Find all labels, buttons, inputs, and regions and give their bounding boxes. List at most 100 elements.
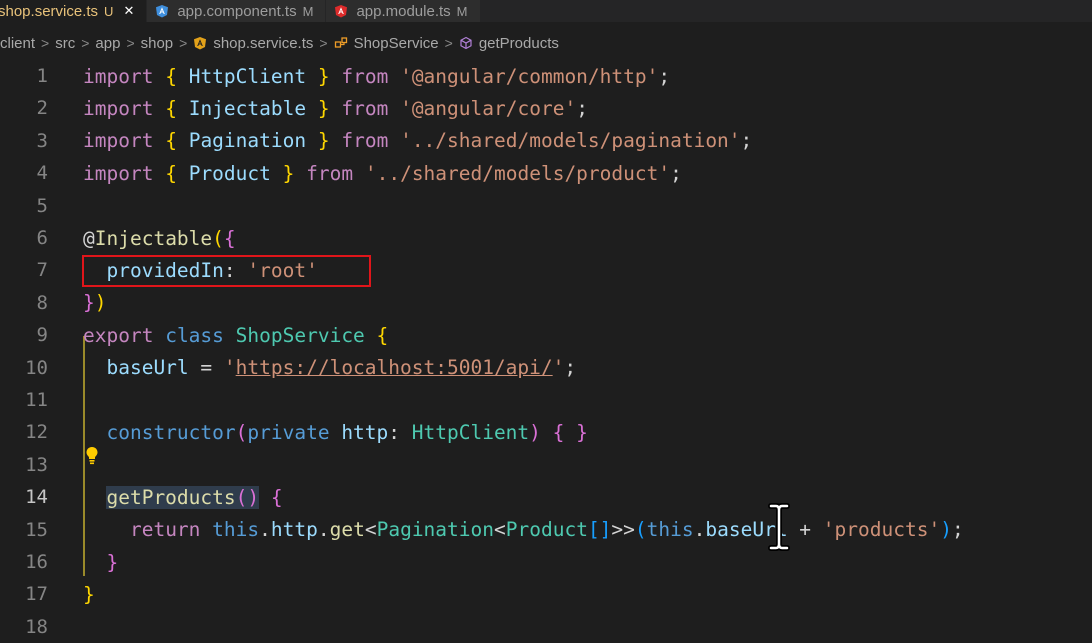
code-token: ( [235,420,248,444]
code-token: . [693,518,706,542]
code-token: https://localhost:5001/api/ [235,356,553,380]
code-token: { [223,226,236,250]
breadcrumb: client > src > app > shop > shop.service… [0,30,1092,56]
editor-tab-bar: shop.service.ts U ✕ app.component.ts M a… [0,0,1092,22]
code-token: Product [188,161,271,185]
code-line[interactable]: 8}) [0,287,1092,319]
code-token: } [576,420,588,444]
code-text[interactable]: } [83,583,95,606]
code-text[interactable]: export class ShopService { [83,324,388,347]
breadcrumb-item-class[interactable]: ShopService [334,35,439,52]
code-line[interactable]: 2 import { Injectable } from '@angular/co… [0,92,1092,124]
tab-app-module[interactable]: app.module.ts M [326,0,481,22]
line-number: 4 [36,162,48,185]
code-token: Injectable [188,96,307,120]
breadcrumb-label: shop.service.ts [213,34,314,52]
code-text[interactable]: getProducts() { [83,485,283,509]
tab-label: app.component.ts [177,2,297,20]
tab-status-badge: M [302,3,314,19]
code-line[interactable]: 6 @Injectable({ [0,222,1092,254]
class-symbol-icon [334,37,347,48]
code-token: from [341,96,389,120]
code-token: http [341,420,389,444]
code-line[interactable]: 15 return this.http.get<Pagination<Produ… [0,514,1092,546]
code-token: ) [529,420,541,444]
code-text[interactable]: import { Pagination } from '../shared/mo… [83,129,752,152]
code-token: { [165,64,177,88]
code-token: { [165,161,177,185]
code-line[interactable]: 14 getProducts() { [0,481,1092,513]
code-line[interactable]: 18 [0,611,1092,643]
code-token: import [83,129,154,153]
tab-label: app.module.ts [356,2,451,20]
angular-service-icon [194,37,207,50]
tab-app-component[interactable]: app.component.ts M [147,0,327,22]
code-token: ; [576,96,588,120]
code-token: ' [552,356,565,380]
code-line[interactable]: 5 [0,190,1092,222]
close-icon[interactable]: ✕ [123,3,134,19]
code-text[interactable]: constructor(private http: HttpClient) { … [83,420,588,444]
line-number: 16 [25,551,48,573]
line-number: 7 [36,259,48,282]
line-number: 17 [25,583,48,606]
code-token: ) [940,518,952,542]
code-token: constructor [106,420,236,444]
code-token: } [317,129,330,153]
code-token: '../shared/models/product' [364,161,671,185]
code-text[interactable]: import { Injectable } from '@angular/cor… [83,97,588,120]
tab-label: shop.service.ts [0,2,99,20]
code-token: >> [611,518,635,542]
code-text[interactable]: baseUrl = 'https://localhost:5001/api/'; [83,356,576,379]
code-line[interactable]: 3 import { Pagination } from '../shared/m… [0,125,1092,157]
code-text[interactable]: }) [83,291,107,314]
code-line[interactable]: 13 [0,449,1092,481]
breadcrumb-item-app[interactable]: app [95,35,120,52]
code-token: ( [212,226,224,250]
code-token: return [129,518,201,542]
code-token: } [317,64,330,88]
code-token: http [270,518,318,542]
code-text[interactable]: import { Product } from '../shared/model… [83,162,682,185]
code-token: Pagination [188,129,307,153]
code-token: } [83,582,95,606]
code-line[interactable]: 11 [0,384,1092,416]
code-token: ; [740,129,753,153]
breadcrumb-item-file[interactable]: shop.service.ts [193,35,313,52]
breadcrumb-item-method[interactable]: getProducts [459,35,559,52]
code-text[interactable]: } [83,551,118,574]
code-token: ) [94,291,107,315]
code-line[interactable]: 9 export class ShopService { [0,319,1092,351]
code-text[interactable]: @Injectable({ [83,227,236,250]
code-token: from [341,129,389,153]
code-line[interactable]: 1 import { HttpClient } from '@angular/co… [0,60,1092,92]
code-token: ; [564,356,577,380]
line-number: 14 [25,486,48,509]
code-line[interactable]: 17} [0,578,1092,610]
breadcrumb-item-src[interactable]: src [55,35,75,52]
code-text[interactable]: import { HttpClient } from '@angular/com… [83,65,670,88]
lightbulb-icon[interactable] [84,445,100,467]
code-token: ShopService [235,323,365,347]
code-token: private [247,420,330,444]
code-editor[interactable]: 1 import { HttpClient } from '@angular/co… [0,58,1092,638]
code-line[interactable]: 16 } [0,546,1092,578]
code-line[interactable]: 10 baseUrl = 'https://localhost:5001/api… [0,352,1092,384]
breadcrumb-item-shop[interactable]: shop [141,35,174,52]
code-line[interactable]: 4 import { Product } from '../shared/mode… [0,157,1092,189]
line-number: 3 [36,129,48,152]
breadcrumb-item-client[interactable]: client [0,35,35,52]
tab-shop-service[interactable]: shop.service.ts U ✕ [0,0,148,22]
code-line[interactable]: 12 constructor(private http: HttpClient)… [0,416,1092,448]
code-text[interactable]: return this.http.get<Pagination<Product[… [83,518,964,541]
